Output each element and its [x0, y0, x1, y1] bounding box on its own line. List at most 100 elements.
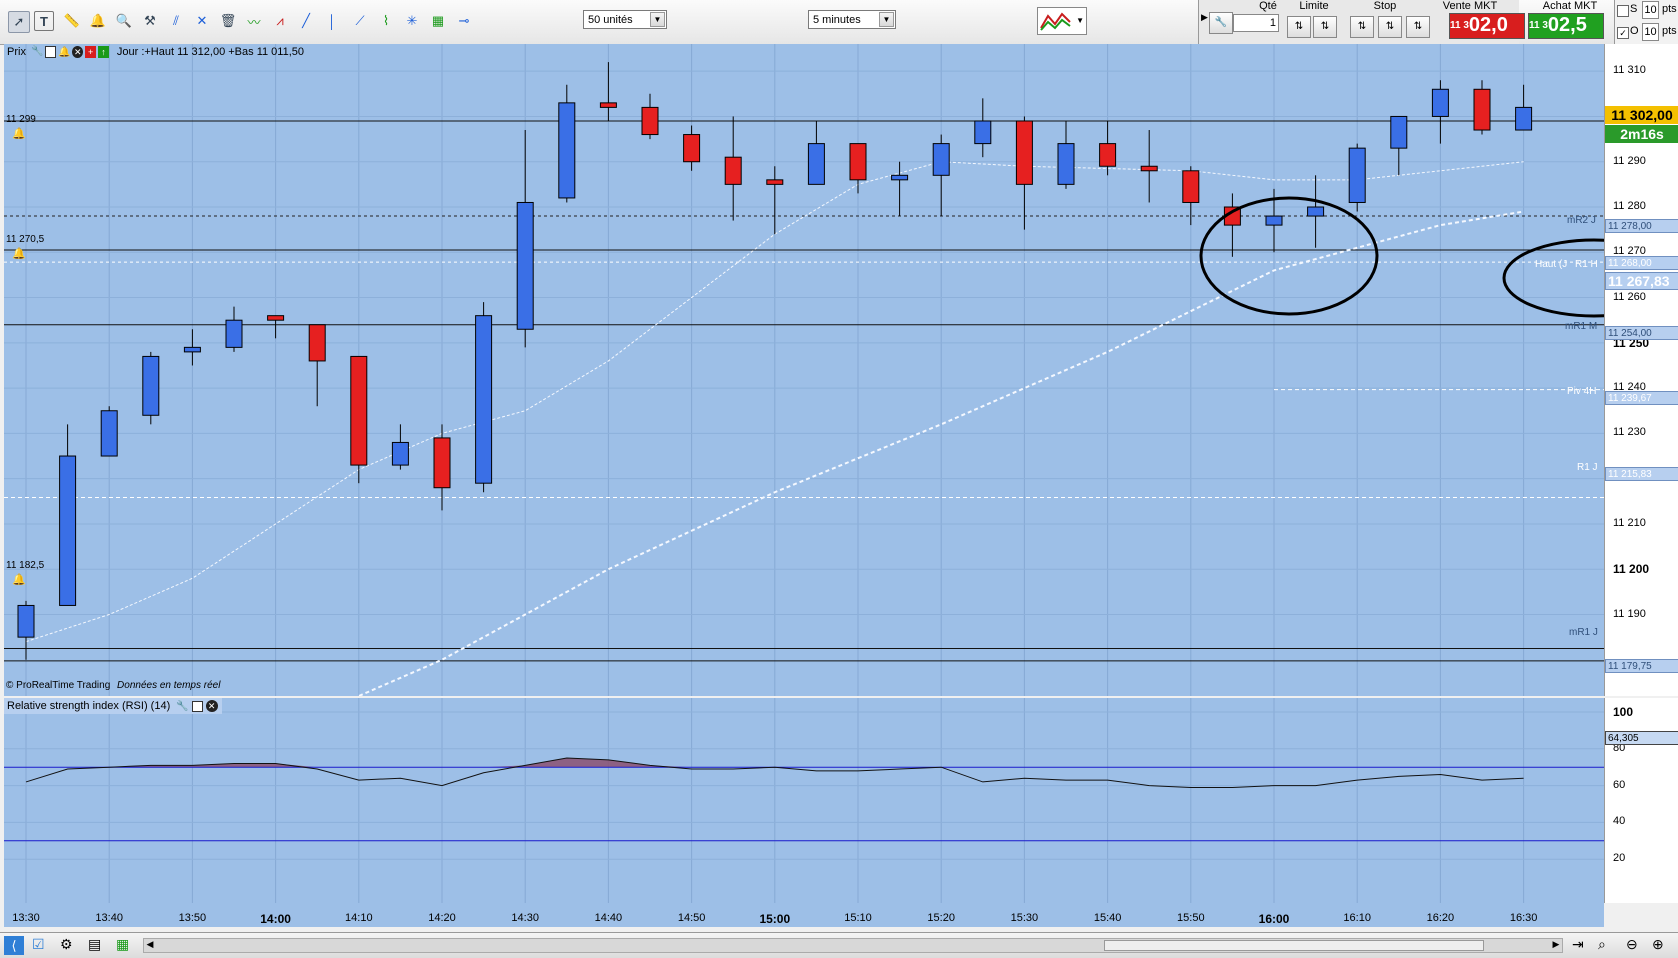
- ruler-icon[interactable]: 📏: [62, 11, 82, 31]
- checklist-icon[interactable]: ☑: [32, 936, 45, 953]
- time-tick-label: 14:50: [677, 912, 706, 924]
- stop-label: Stop: [1373, 0, 1397, 12]
- zoom-in-icon[interactable]: ⊕: [1652, 936, 1664, 953]
- wrench-icon[interactable]: 🔧: [31, 46, 43, 58]
- rsi-tick-label: 60: [1613, 778, 1626, 791]
- fast-forward-icon[interactable]: ⇥: [1572, 936, 1584, 953]
- settings-icon[interactable]: ⚙: [60, 936, 73, 953]
- add-indicator-icon[interactable]: +: [85, 46, 97, 58]
- hammer-icon[interactable]: ⚒: [140, 11, 160, 31]
- alert-bell-icon[interactable]: 🔔: [12, 128, 26, 140]
- s-pts-input[interactable]: 10: [1642, 1, 1659, 19]
- rsi-header: Relative strength index (RSI) (14) 🔧 ✕: [4, 698, 222, 714]
- time-tick-label: 15:30: [1010, 912, 1039, 924]
- alert-bell-icon[interactable]: 🔔: [12, 248, 26, 260]
- trash-icon[interactable]: 🗑: [218, 11, 238, 31]
- close-icon[interactable]: ✕: [205, 700, 218, 712]
- limit-label: Limite: [1299, 0, 1329, 12]
- channel-icon[interactable]: ⌇: [376, 11, 396, 31]
- units-select-value: 50 unités: [588, 14, 633, 26]
- regression-icon[interactable]: ▦: [428, 11, 448, 31]
- qty-input[interactable]: [1233, 14, 1279, 32]
- time-tick-label: 13:30: [12, 912, 40, 924]
- time-tick-label: 16:10: [1343, 912, 1371, 924]
- ray-icon[interactable]: ⟋: [350, 11, 370, 31]
- limit-buy-button[interactable]: ⇅: [1287, 16, 1311, 38]
- price-tick-label: 11 190: [1613, 607, 1646, 620]
- stop-buy-button[interactable]: ⇅: [1350, 16, 1374, 38]
- o-checkbox[interactable]: ✓: [1617, 27, 1629, 39]
- rsi-canvas: [4, 698, 1604, 903]
- stop-sell-button[interactable]: ⇅: [1378, 16, 1402, 38]
- candle-body: [1431, 88, 1449, 117]
- cursor-icon[interactable]: ➚: [8, 11, 30, 33]
- time-tick-label: 15:50: [1177, 912, 1205, 924]
- fibonacci-icon[interactable]: ✕: [192, 11, 212, 31]
- day-high-low-info: Jour :+Haut 11 312,00 +Bas 11 011,50: [116, 46, 304, 58]
- scroll-left-icon[interactable]: ◀: [144, 939, 156, 952]
- level-name-r1h: R1 H: [1575, 259, 1598, 270]
- zoom-icon[interactable]: 🔍: [114, 11, 134, 31]
- zigzag-icon[interactable]: ⩘: [270, 11, 290, 31]
- zoom-out-icon[interactable]: ⊖: [1626, 936, 1638, 953]
- s-checkbox[interactable]: [1617, 5, 1629, 17]
- level-value-r1j: 11 215,83: [1605, 467, 1678, 481]
- time-tick-label: 16:00: [1258, 912, 1290, 926]
- chart-style-button[interactable]: ▼: [1037, 7, 1087, 35]
- toolbar: ➚ T 📏 🔔 🔍 ⚒ ⫽ ✕ 🗑 〰 ⩘ ╱ │ ⟋ ⌇ ✳ ▦ ⊸ 50 u…: [0, 0, 1678, 45]
- timeframe-select[interactable]: 5 minutes ▼: [808, 10, 896, 29]
- limit-sell-button[interactable]: ⇅: [1313, 16, 1337, 38]
- candle-body: [1473, 88, 1491, 131]
- rsi-panel[interactable]: Relative strength index (RSI) (14) 🔧 ✕: [4, 698, 1604, 903]
- buy-mkt-button[interactable]: 11 302,5: [1528, 13, 1604, 39]
- level-name-mr1j: mR1 J: [1569, 627, 1598, 638]
- sell-mkt-button[interactable]: 11 302,0: [1449, 13, 1525, 39]
- candle-body: [1015, 120, 1033, 185]
- candle-body: [59, 455, 77, 606]
- price-tick-label: 11 310: [1613, 64, 1646, 77]
- level-name-piv4h: Piv 4H: [1567, 386, 1597, 397]
- vertical-line-icon[interactable]: │: [322, 11, 342, 31]
- horizontal-line-icon[interactable]: ⊸: [454, 11, 474, 31]
- text-tool-icon[interactable]: T: [34, 11, 54, 31]
- level-value-mr1j: 11 179,75: [1605, 659, 1678, 673]
- move-up-icon[interactable]: ↑: [98, 46, 109, 58]
- candle-body: [683, 134, 701, 163]
- units-select[interactable]: 50 unités ▼: [583, 10, 667, 29]
- table-icon[interactable]: ▦: [116, 936, 129, 953]
- trendline-icon[interactable]: ╱: [296, 11, 316, 31]
- o-pts-input[interactable]: 10: [1642, 23, 1659, 41]
- sell-prefix: 11 3: [1450, 20, 1469, 31]
- price-axis[interactable]: 11 31011 30011 29011 28011 27011 26011 2…: [1604, 44, 1678, 696]
- zoom-fit-icon[interactable]: ⌕: [1598, 936, 1606, 953]
- stop-close-button[interactable]: ⇅: [1406, 16, 1430, 38]
- wave-pattern-icon[interactable]: 〰: [244, 11, 264, 31]
- bell-icon[interactable]: 🔔: [58, 47, 70, 58]
- rsi-axis: 100 80 60 40 20 64,305: [1604, 698, 1678, 903]
- candle-body: [475, 315, 493, 484]
- share-icon[interactable]: ⟨: [4, 936, 24, 955]
- parallel-lines-icon[interactable]: ⫽: [166, 11, 186, 31]
- alert-bell-icon[interactable]: 🔔: [88, 11, 108, 31]
- document-icon[interactable]: ▤: [88, 936, 101, 953]
- alert-bell-icon[interactable]: 🔔: [12, 574, 26, 586]
- wrench-icon[interactable]: 🔧: [176, 701, 188, 712]
- scroll-thumb[interactable]: [1104, 940, 1484, 951]
- price-tick-label: 11 230: [1613, 426, 1646, 439]
- window-icon[interactable]: [44, 46, 56, 58]
- price-chart[interactable]: Prix 🔧 🔔 ✕ + ↑ Jour :+Haut 11 312,00 +Ba…: [4, 44, 1604, 696]
- gann-icon[interactable]: ✳: [402, 11, 422, 31]
- panel-collapse-icon[interactable]: ▶: [1201, 12, 1208, 23]
- window-icon[interactable]: [191, 700, 203, 712]
- scroll-right-icon[interactable]: ▶: [1550, 939, 1562, 952]
- horizontal-scrollbar[interactable]: ◀ ▶: [143, 938, 1563, 953]
- buy-prefix: 11 3: [1529, 20, 1548, 31]
- alert-label-2: 11 270,5: [6, 234, 45, 245]
- candle-body: [641, 106, 659, 136]
- close-icon[interactable]: ✕: [72, 46, 84, 58]
- buy-price: 02,5: [1547, 14, 1587, 36]
- candle-body: [142, 355, 160, 416]
- level-value-mr1m: 11 254,00: [1605, 326, 1678, 340]
- wrench-icon[interactable]: 🔧: [1209, 12, 1233, 34]
- chart-style-icon: [1040, 12, 1071, 31]
